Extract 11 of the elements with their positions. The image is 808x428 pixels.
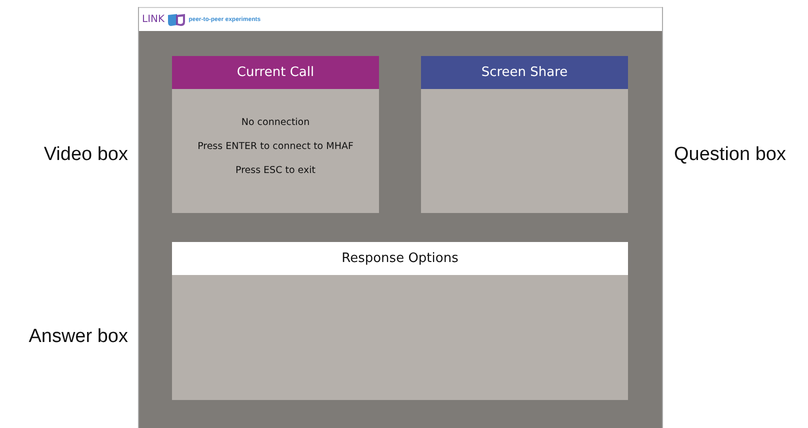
panel-title: Current Call <box>172 56 379 89</box>
annotation-label: Video box <box>44 144 128 166</box>
logo-text: LINK <box>142 14 165 25</box>
annotation-label: Answer box <box>28 326 128 348</box>
panel-title: Screen Share <box>421 56 628 89</box>
status-text: Press ESC to exit <box>236 164 316 176</box>
panel-title: Response Options <box>172 242 628 275</box>
status-text: Press ENTER to connect to MHAF <box>198 140 354 152</box>
annotation-label: Question box <box>674 144 787 166</box>
logo-icon <box>166 12 187 26</box>
status-text: No connection <box>241 116 310 128</box>
